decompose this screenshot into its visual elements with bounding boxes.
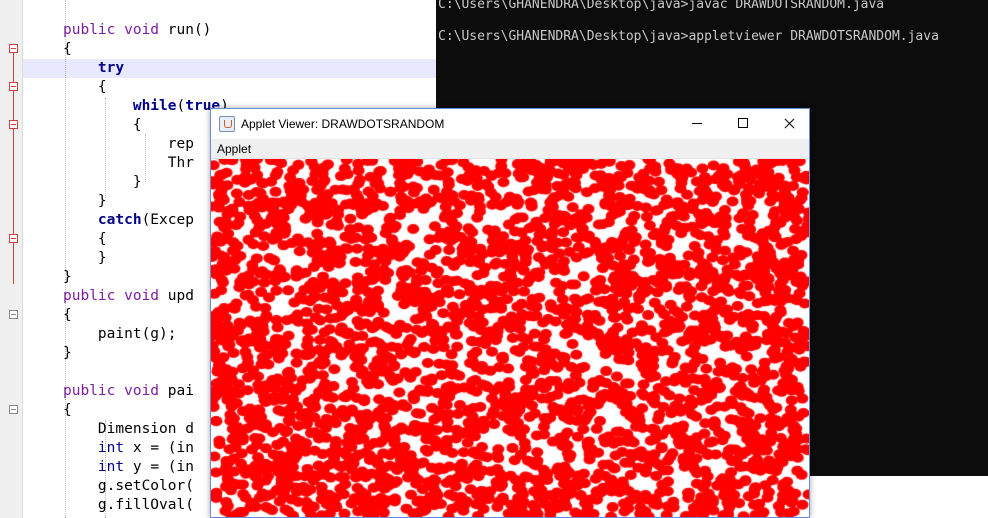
code-token: catch (97, 212, 142, 228)
code-line[interactable]: public void upd (63, 287, 194, 306)
code-token: } (63, 193, 107, 209)
code-token: (Excep (141, 212, 194, 228)
code-line[interactable]: } (63, 192, 107, 211)
code-line[interactable]: Dimension d (63, 420, 194, 439)
code-token: try (97, 60, 125, 76)
code-line[interactable]: public void pai (63, 382, 194, 401)
code-token: x = (in (124, 440, 194, 456)
code-line[interactable]: { (63, 401, 72, 420)
code-token: upd (167, 288, 194, 304)
code-token: { (63, 231, 107, 247)
code-token: } (63, 174, 142, 190)
console-line: C:\Users\GHANENDRA\Desktop\java>javac DR… (438, 0, 885, 12)
code-line[interactable]: { (63, 306, 72, 325)
code-line[interactable]: while(true) (63, 97, 229, 116)
code-token: public void (63, 383, 168, 399)
code-token: run() (167, 22, 212, 38)
fold-toggle-icon[interactable] (9, 82, 18, 91)
applet-canvas[interactable] (211, 159, 809, 517)
editor-gutter (0, 0, 23, 518)
code-line[interactable]: g.setColor( (63, 477, 194, 496)
code-line[interactable]: { (63, 40, 72, 59)
code-line[interactable]: { (63, 230, 107, 249)
code-token: while (132, 98, 177, 114)
code-token: { (63, 402, 72, 418)
fold-toggle-icon[interactable] (9, 234, 18, 243)
code-line[interactable]: } (63, 173, 142, 192)
code-line[interactable]: int x = (in (63, 439, 194, 458)
code-token: } (63, 345, 72, 361)
code-line[interactable]: { (63, 116, 142, 135)
window-titlebar[interactable]: Applet Viewer: DRAWDOTSRANDOM (211, 109, 809, 139)
code-line[interactable]: catch(Excep (63, 211, 194, 230)
code-line[interactable]: int y = (in (63, 458, 194, 477)
code-token: int (97, 459, 125, 475)
code-token: g.fillOval( (63, 497, 194, 513)
menu-applet[interactable]: Applet (217, 142, 251, 156)
code-line[interactable]: } (63, 268, 72, 287)
code-token: { (63, 79, 107, 95)
fold-toggle-icon[interactable] (9, 405, 18, 414)
code-token: } (63, 269, 72, 285)
java-cup-icon (219, 116, 235, 132)
code-token: pai (167, 383, 194, 399)
code-line[interactable]: } (63, 249, 107, 268)
code-line[interactable]: rep (63, 135, 194, 154)
code-token: } (63, 250, 107, 266)
code-line[interactable]: paint(g); (63, 325, 177, 344)
code-line[interactable]: } (63, 344, 72, 363)
applet-viewer-window[interactable]: Applet Viewer: DRAWDOTSRANDOM Applet (210, 108, 810, 518)
fold-toggle-icon[interactable] (9, 310, 18, 319)
code-token: Dimension d (63, 421, 194, 437)
maximize-button[interactable] (720, 109, 766, 139)
code-token: public void (63, 22, 168, 38)
fold-toggle-icon[interactable] (9, 44, 18, 53)
code-token: { (63, 117, 142, 133)
code-token: ( (176, 98, 186, 114)
console-line: C:\Users\GHANENDRA\Desktop\java>appletvi… (438, 29, 939, 44)
code-token: paint(g); (63, 326, 177, 342)
code-token: public void (63, 288, 168, 304)
menu-bar: Applet (211, 139, 809, 159)
code-token: Thr (63, 155, 194, 171)
fold-toggle-icon[interactable] (9, 120, 18, 129)
code-token: int (97, 440, 125, 456)
code-token: y = (in (124, 459, 194, 475)
minimize-button[interactable] (674, 109, 720, 139)
code-line[interactable]: try (63, 59, 124, 78)
window-title: Applet Viewer: DRAWDOTSRANDOM (241, 117, 445, 131)
code-token: rep (63, 136, 194, 152)
code-line[interactable]: g.fillOval( (63, 496, 194, 515)
code-token: { (63, 41, 72, 57)
code-token: { (63, 307, 72, 323)
code-token: g.setColor( (63, 478, 194, 494)
code-line[interactable]: public void run() (63, 21, 211, 40)
code-line[interactable]: Thr (63, 154, 194, 173)
close-button[interactable] (766, 109, 812, 139)
code-line[interactable]: { (63, 78, 107, 97)
